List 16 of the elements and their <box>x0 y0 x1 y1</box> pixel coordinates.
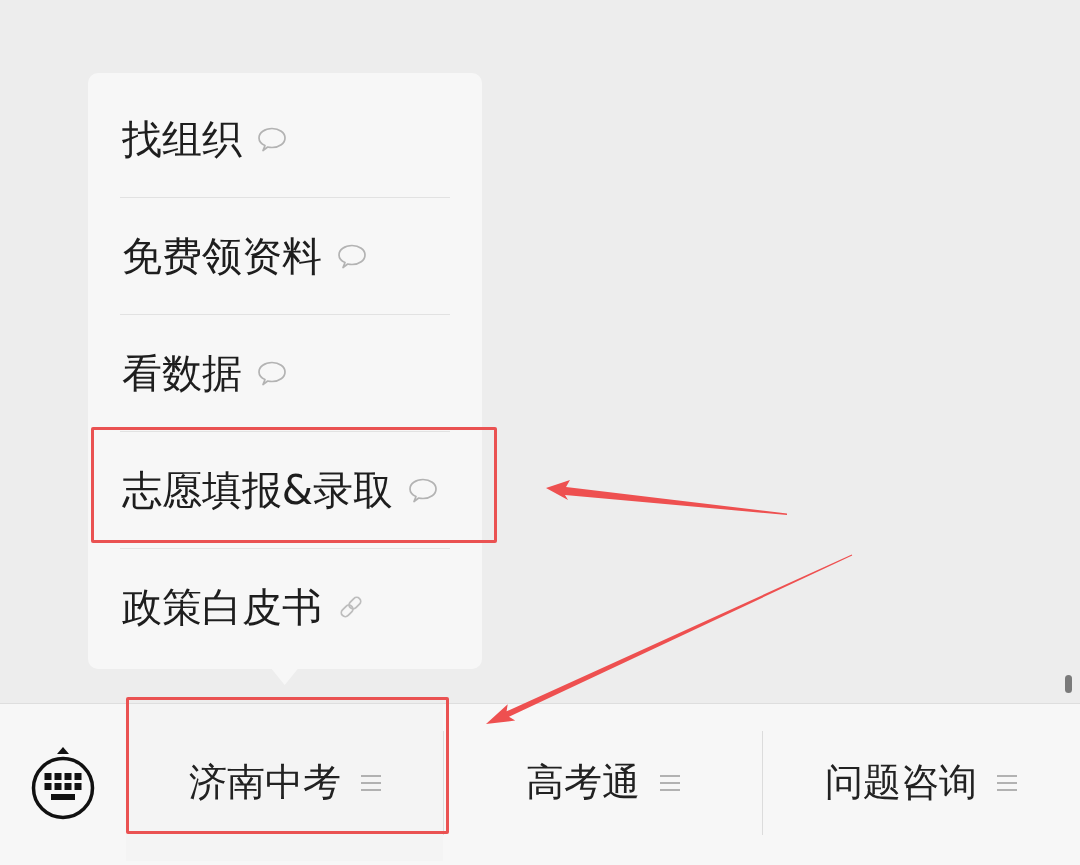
chat-bubble-icon <box>256 126 287 152</box>
menu-icon <box>997 773 1018 792</box>
scrollbar-thumb[interactable] <box>1065 675 1072 693</box>
menu-item[interactable]: 政策白皮书 <box>119 549 450 665</box>
menu-tab[interactable]: 问题咨询 <box>762 704 1080 861</box>
chat-bubble-icon <box>256 360 287 386</box>
chat-bubble-icon <box>336 243 367 269</box>
chat-bubble-icon <box>407 477 438 503</box>
keyboard-icon <box>30 745 96 820</box>
menu-icon <box>660 773 680 792</box>
menu-item[interactable]: 找组织 <box>119 81 450 197</box>
menu-item[interactable]: 看数据 <box>119 315 450 431</box>
menu-icon <box>360 773 381 792</box>
menu-item[interactable]: 免费领资料 <box>119 198 450 314</box>
menu-tab[interactable]: 高考通 <box>444 704 762 861</box>
menu-item[interactable]: 志愿填报&录取 <box>119 432 450 548</box>
